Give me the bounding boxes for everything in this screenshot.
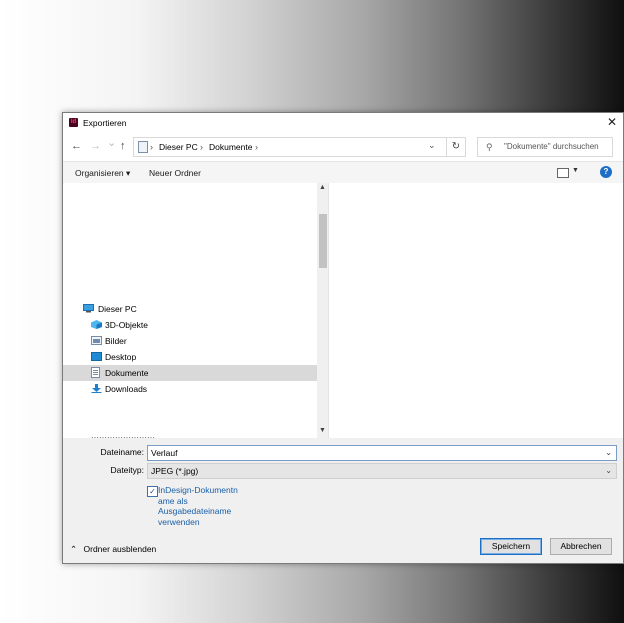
breadcrumb-separator: › bbox=[200, 142, 203, 152]
filetype-label: Dateityp: bbox=[110, 465, 144, 475]
breadcrumb-separator: › bbox=[150, 142, 153, 152]
address-dropdown-icon[interactable]: ⌄ bbox=[428, 140, 436, 151]
scrollbar-thumb[interactable] bbox=[319, 214, 327, 268]
tree-item-label: Desktop bbox=[105, 352, 137, 362]
tree-item-label: Dokumente bbox=[105, 368, 149, 378]
tree-item-desktop[interactable]: Desktop bbox=[63, 349, 317, 365]
forward-button[interactable]: → bbox=[90, 140, 101, 152]
navigation-pane[interactable]: Dieser PC 3D-Objekte Bilder Desktop Doku… bbox=[63, 183, 317, 438]
tree-item-downloads[interactable]: Downloads bbox=[63, 381, 317, 397]
view-dropdown-icon[interactable]: ▼ bbox=[572, 167, 579, 174]
pictures-icon bbox=[91, 336, 102, 345]
chevron-up-icon: ⌃ bbox=[70, 544, 78, 554]
filename-input[interactable]: Verlauf ⌄ bbox=[147, 445, 617, 461]
address-bar[interactable]: › Dieser PC › Dokumente › ⌄ bbox=[133, 137, 447, 157]
recent-locations-button[interactable]: ⌄ bbox=[107, 137, 116, 149]
close-button[interactable]: ✕ bbox=[607, 116, 617, 128]
tree-item-label: Dieser PC bbox=[98, 304, 137, 314]
new-folder-button[interactable]: Neuer Ordner bbox=[149, 168, 201, 178]
tree-item-label: Bilder bbox=[105, 336, 127, 346]
breadcrumb-dokumente[interactable]: Dokumente bbox=[209, 142, 252, 152]
save-button[interactable]: Speichern bbox=[480, 538, 542, 555]
desktop-icon bbox=[91, 352, 102, 361]
navigation-bar: ← → ⌄ ↑ › Dieser PC › Dokumente › ⌄ ↻ ⚲ … bbox=[63, 133, 623, 161]
hide-folders-label: Ordner ausblenden bbox=[83, 544, 157, 554]
export-dialog: Id Exportieren ✕ ← → ⌄ ↑ › Dieser PC › D… bbox=[62, 112, 624, 564]
tree-item-label: 3D-Objekte bbox=[105, 320, 148, 330]
breadcrumb-separator: › bbox=[255, 142, 258, 152]
organize-button[interactable]: Organisieren ▾ bbox=[75, 168, 130, 179]
computer-icon bbox=[83, 304, 94, 313]
use-document-name-checkbox[interactable]: ✓ bbox=[147, 486, 158, 497]
tree-item-label: Downloads bbox=[105, 384, 148, 394]
downloads-icon bbox=[91, 384, 102, 393]
file-list-pane[interactable] bbox=[329, 183, 623, 438]
filetype-value: JPEG (*.jpg) bbox=[151, 466, 199, 476]
tree-item-3d-objekte[interactable]: 3D-Objekte bbox=[63, 317, 317, 333]
navigation-scrollbar[interactable]: ▲ ▼ bbox=[317, 183, 328, 438]
help-icon[interactable]: ? bbox=[600, 166, 612, 178]
view-options-icon[interactable] bbox=[557, 168, 569, 178]
tree-item-dieser-pc[interactable]: Dieser PC bbox=[63, 301, 317, 317]
filename-value: Verlauf bbox=[151, 448, 178, 458]
search-box[interactable]: ⚲ "Dokumente" durchsuchen bbox=[477, 137, 613, 157]
search-icon: ⚲ bbox=[486, 142, 493, 152]
use-document-name-label[interactable]: InDesign-Dokumentn ame als Ausgabedatein… bbox=[158, 485, 244, 527]
tree-item-bilder[interactable]: Bilder bbox=[63, 333, 317, 349]
back-button[interactable]: ← bbox=[71, 140, 82, 152]
indesign-app-icon: Id bbox=[69, 118, 78, 127]
dialog-title: Exportieren bbox=[83, 118, 127, 128]
up-button[interactable]: ↑ bbox=[120, 140, 126, 152]
title-bar: Id Exportieren ✕ bbox=[63, 113, 623, 133]
cancel-button[interactable]: Abbrechen bbox=[550, 538, 612, 555]
documents-icon bbox=[91, 367, 100, 378]
breadcrumb-dieser-pc[interactable]: Dieser PC bbox=[159, 142, 198, 152]
hide-folders-button[interactable]: ⌃ Ordner ausblenden bbox=[70, 544, 156, 555]
filename-dropdown-icon[interactable]: ⌄ bbox=[605, 448, 612, 457]
search-placeholder: "Dokumente" durchsuchen bbox=[504, 142, 599, 151]
save-options-area: Dateiname: Verlauf ⌄ Dateityp: JPEG (*.j… bbox=[63, 438, 623, 563]
tree-item-dokumente[interactable]: Dokumente bbox=[63, 365, 317, 381]
command-bar: Organisieren ▾ Neuer Ordner ▼ ? bbox=[63, 161, 623, 184]
3d-objects-icon bbox=[91, 320, 102, 329]
location-icon bbox=[138, 141, 148, 153]
refresh-button[interactable]: ↻ bbox=[447, 137, 466, 157]
filetype-dropdown-icon[interactable]: ⌄ bbox=[605, 466, 612, 475]
filetype-select[interactable]: JPEG (*.jpg) ⌄ bbox=[147, 463, 617, 479]
filename-label: Dateiname: bbox=[100, 447, 144, 457]
scroll-up-icon[interactable]: ▲ bbox=[319, 184, 326, 191]
scroll-down-icon[interactable]: ▼ bbox=[319, 427, 326, 434]
